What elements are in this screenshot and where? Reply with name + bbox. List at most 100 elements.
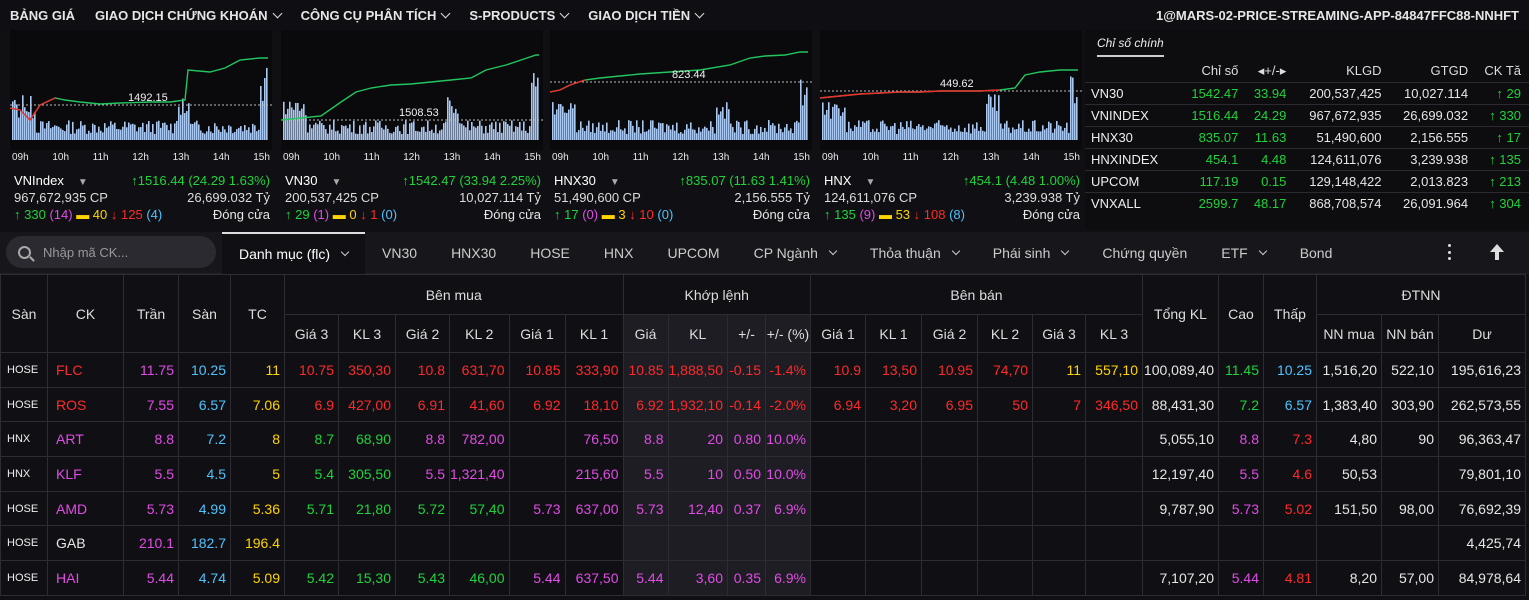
index-row[interactable]: VN30 1542.47 33.94 200,537,425 10,027.114 ↑ 2…: [1085, 81, 1529, 104]
ask-vol-2-cell[interactable]: [977, 525, 1033, 562]
bid-price-2-cell[interactable]: 8.8: [395, 421, 450, 458]
nav-item-1[interactable]: GIAO DỊCH CHỨNG KHOÁN: [85, 8, 291, 23]
ask-price-3-cell[interactable]: 7: [1032, 386, 1086, 423]
col-floor[interactable]: Sàn: [178, 274, 231, 353]
search-box[interactable]: [6, 236, 216, 268]
ask-price-1-cell[interactable]: [810, 456, 866, 492]
tab-hnx[interactable]: HNX: [587, 232, 651, 274]
ask-vol-1-cell[interactable]: [865, 421, 922, 458]
ask-price-3-cell[interactable]: [1032, 525, 1086, 562]
bid-price-3-cell[interactable]: 8.7: [284, 421, 339, 458]
bid-vol-2-cell[interactable]: 1,321,40: [449, 456, 510, 492]
bid-price-2-cell[interactable]: 5.5: [395, 456, 450, 492]
bid-vol-1-cell[interactable]: 637,50: [564, 560, 624, 596]
bid-vol-2-cell[interactable]: 631,70: [449, 352, 510, 388]
ask-vol-1-cell[interactable]: 13,50: [865, 352, 922, 388]
ask-vol-2-cell[interactable]: [977, 490, 1033, 527]
symbol-cell[interactable]: FLC: [47, 352, 124, 388]
ask-price-1-cell[interactable]: [810, 560, 866, 596]
ask-price-1-cell[interactable]: [810, 421, 866, 458]
symbol-cell[interactable]: GAB: [47, 525, 124, 562]
ask-price-2-cell[interactable]: 10.95: [921, 352, 978, 388]
ask-price-3-cell[interactable]: 11: [1032, 352, 1086, 388]
bid-vol-1-cell[interactable]: 215,60: [564, 456, 624, 492]
ask-vol-3-cell[interactable]: [1085, 421, 1143, 458]
bid-vol-3-cell[interactable]: 350,30: [338, 352, 396, 388]
bid-vol-3-cell[interactable]: 15,30: [338, 560, 396, 596]
tab-danh-m-c-flc-[interactable]: Danh mục (flc): [222, 232, 366, 274]
arrow-up-icon[interactable]: [1489, 243, 1505, 261]
search-input[interactable]: [43, 244, 203, 260]
ask-price-2-cell[interactable]: [921, 490, 978, 527]
ask-vol-2-cell[interactable]: [977, 421, 1033, 458]
bid-price-3-cell[interactable]: 5.42: [284, 560, 339, 596]
col-exchange[interactable]: Sàn: [0, 274, 48, 353]
symbol-cell[interactable]: AMD: [47, 490, 124, 527]
bid-vol-1-cell[interactable]: 18,10: [564, 386, 624, 423]
bid-vol-2-cell[interactable]: [449, 525, 510, 562]
ask-vol-1-cell[interactable]: [865, 490, 922, 527]
ask-price-1-cell[interactable]: 10.9: [810, 352, 866, 388]
ask-price-2-cell[interactable]: 6.95: [921, 386, 978, 423]
col-ceiling[interactable]: Trần: [123, 274, 179, 353]
table-row[interactable]: HOSE GAB 210.1 182.7 196.4 4,425,74: [0, 525, 1526, 562]
col-symbol[interactable]: CK: [47, 274, 124, 353]
index-chart-vn30[interactable]: 1508.53 09h 10h 11h 12h 13h 14h 15h VN30 ▼ ↑1542.4…: [275, 30, 543, 228]
tab-hnx30[interactable]: HNX30: [434, 232, 513, 274]
index-row[interactable]: VNINDEX 1516.44 24.29 967,672,935 26,699.032…: [1085, 103, 1529, 126]
ask-vol-3-cell[interactable]: 557,10: [1085, 352, 1143, 388]
bid-price-1-cell[interactable]: [508, 421, 566, 458]
more-options-icon[interactable]: [1448, 244, 1452, 260]
tab-main-indices[interactable]: Chỉ số chính: [1097, 36, 1164, 57]
ask-vol-3-cell[interactable]: 346,50: [1085, 386, 1143, 423]
tab-th-a-thu-n[interactable]: Thỏa thuận: [853, 232, 976, 274]
index-row[interactable]: HNX30 835.07 11.63 51,490,600 2,156.555 ↑ 17: [1085, 125, 1529, 148]
tab-cp-ng-nh[interactable]: CP Ngành: [737, 232, 853, 274]
table-row[interactable]: HOSE AMD 5.73 4.99 5.36 5.71 21,80 5.72 57,40 5.7…: [0, 490, 1526, 527]
chevron-down-icon[interactable]: ▼: [332, 177, 342, 188]
ask-price-2-cell[interactable]: [921, 560, 978, 596]
bid-vol-3-cell[interactable]: 21,80: [338, 490, 396, 527]
ask-price-2-cell[interactable]: [921, 525, 978, 562]
bid-vol-3-cell[interactable]: 427,00: [338, 386, 396, 423]
chevron-down-icon[interactable]: ▼: [78, 177, 88, 188]
ask-vol-3-cell[interactable]: [1085, 456, 1143, 492]
bid-price-3-cell[interactable]: 6.9: [284, 386, 339, 423]
index-row[interactable]: VNXALL 2599.7 48.17 868,708,574 26,091.964 ↑ …: [1085, 191, 1529, 214]
bid-vol-2-cell[interactable]: 41,60: [449, 386, 510, 423]
bid-price-2-cell[interactable]: 5.72: [395, 490, 450, 527]
bid-vol-2-cell[interactable]: 782,00: [449, 421, 510, 458]
bid-vol-3-cell[interactable]: 305,50: [338, 456, 396, 492]
nav-item-3[interactable]: S-PRODUCTS: [459, 8, 578, 23]
bid-price-2-cell[interactable]: [395, 525, 450, 562]
ask-vol-1-cell[interactable]: 3,20: [865, 386, 922, 423]
tab-ch-ng-quy-n[interactable]: Chứng quyền: [1085, 232, 1204, 274]
ask-price-3-cell[interactable]: [1032, 421, 1086, 458]
col-low[interactable]: Thấp: [1263, 274, 1317, 353]
ask-price-3-cell[interactable]: [1032, 560, 1086, 596]
col-high[interactable]: Cao: [1218, 274, 1264, 353]
table-row[interactable]: HOSE HAI 5.44 4.74 5.09 5.42 15,30 5.43 46,00 5.4…: [0, 560, 1526, 596]
chevron-down-icon[interactable]: ▼: [865, 177, 875, 188]
bid-vol-2-cell[interactable]: 46,00: [449, 560, 510, 596]
bid-price-2-cell[interactable]: 10.8: [395, 352, 450, 388]
tab-vn30[interactable]: VN30: [365, 232, 434, 274]
ask-vol-2-cell[interactable]: [977, 456, 1033, 492]
tab-bond[interactable]: Bond: [1283, 232, 1350, 274]
col-reference[interactable]: TC: [230, 274, 285, 353]
bid-vol-1-cell[interactable]: [564, 525, 624, 562]
ask-price-1-cell[interactable]: 6.94: [810, 386, 866, 423]
ask-price-2-cell[interactable]: [921, 456, 978, 492]
ask-vol-2-cell[interactable]: [977, 560, 1033, 596]
table-row[interactable]: HNX ART 8.8 7.2 8 8.7 68,90 8.8 782,00 76,50 8.8 20…: [0, 421, 1526, 458]
table-row[interactable]: HOSE ROS 7.55 6.57 7.06 6.9 427,00 6.91 41,60 6.9…: [0, 386, 1526, 423]
tab-hose[interactable]: HOSE: [513, 232, 587, 274]
bid-vol-3-cell[interactable]: 68,90: [338, 421, 396, 458]
bid-price-3-cell[interactable]: 10.75: [284, 352, 339, 388]
ask-vol-1-cell[interactable]: [865, 560, 922, 596]
ask-vol-3-cell[interactable]: [1085, 525, 1143, 562]
ask-vol-2-cell[interactable]: 50: [977, 386, 1033, 423]
bid-vol-1-cell[interactable]: 637,00: [564, 490, 624, 527]
tab-upcom[interactable]: UPCOM: [650, 232, 736, 274]
bid-vol-1-cell[interactable]: 333,90: [564, 352, 624, 388]
